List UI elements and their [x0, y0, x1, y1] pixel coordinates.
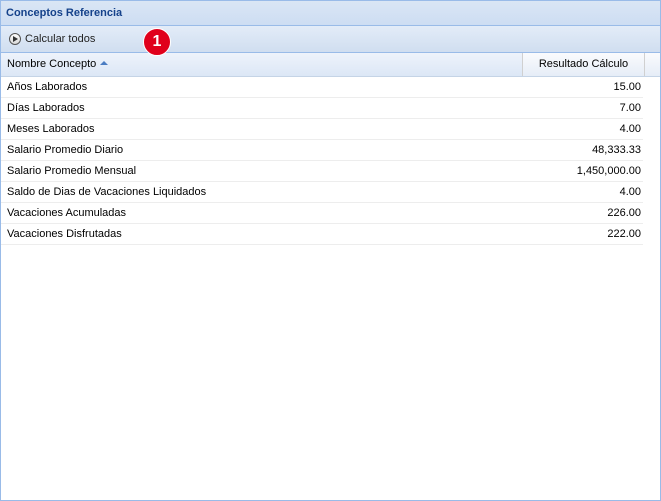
table-row[interactable]: Vacaciones Disfrutadas 222.00 — [1, 224, 643, 245]
grid-body: Años Laborados 15.00 Días Laborados 7.00… — [1, 77, 643, 245]
play-icon — [9, 33, 21, 45]
cell-concept-name: Saldo de Dias de Vacaciones Liquidados — [7, 186, 207, 198]
cell-result-value: 1,450,000.00 — [576, 165, 641, 177]
column-header-name[interactable]: Nombre Concepto — [1, 53, 523, 76]
table-row[interactable]: Salario Promedio Mensual 1,450,000.00 — [1, 161, 643, 182]
calculate-all-button[interactable]: Calcular todos — [7, 30, 97, 48]
table-row[interactable]: Vacaciones Acumuladas 226.00 — [1, 203, 643, 224]
panel-title: Conceptos Referencia — [1, 1, 660, 26]
conceptos-referencia-panel: Conceptos Referencia Calcular todos 1 No… — [0, 0, 661, 501]
table-row[interactable]: Saldo de Dias de Vacaciones Liquidados 4… — [1, 182, 643, 203]
cell-concept-name: Días Laborados — [7, 102, 85, 114]
column-header-name-label: Nombre Concepto — [7, 58, 97, 70]
cell-result-value: 48,333.33 — [592, 144, 641, 156]
cell-concept-name: Vacaciones Disfrutadas — [7, 228, 122, 240]
table-row[interactable]: Días Laborados 7.00 — [1, 98, 643, 119]
cell-concept-name: Salario Promedio Diario — [7, 144, 124, 156]
cell-result-value: 7.00 — [619, 102, 641, 114]
table-row[interactable]: Meses Laborados 4.00 — [1, 119, 643, 140]
sort-ascending-icon — [100, 61, 109, 66]
cell-concept-name: Vacaciones Acumuladas — [7, 207, 127, 219]
table-row[interactable]: Años Laborados 15.00 — [1, 77, 643, 98]
column-header-result-label: Resultado Cálculo — [538, 58, 629, 70]
column-header-result[interactable]: Resultado Cálculo — [523, 53, 645, 76]
cell-result-value: 222.00 — [607, 228, 641, 240]
cell-result-value: 4.00 — [619, 186, 641, 198]
calculate-all-label: Calcular todos — [25, 33, 96, 45]
column-header-filler — [645, 53, 660, 76]
cell-result-value: 4.00 — [619, 123, 641, 135]
cell-concept-name: Meses Laborados — [7, 123, 95, 135]
toolbar: Calcular todos 1 — [1, 26, 660, 56]
cell-concept-name: Años Laborados — [7, 81, 88, 93]
cell-concept-name: Salario Promedio Mensual — [7, 165, 137, 177]
cell-result-value: 15.00 — [613, 81, 641, 93]
step-badge: 1 — [143, 28, 171, 56]
cell-result-value: 226.00 — [607, 207, 641, 219]
table-row[interactable]: Salario Promedio Diario 48,333.33 — [1, 140, 643, 161]
grid-header: Nombre Concepto Resultado Cálculo — [1, 53, 660, 77]
